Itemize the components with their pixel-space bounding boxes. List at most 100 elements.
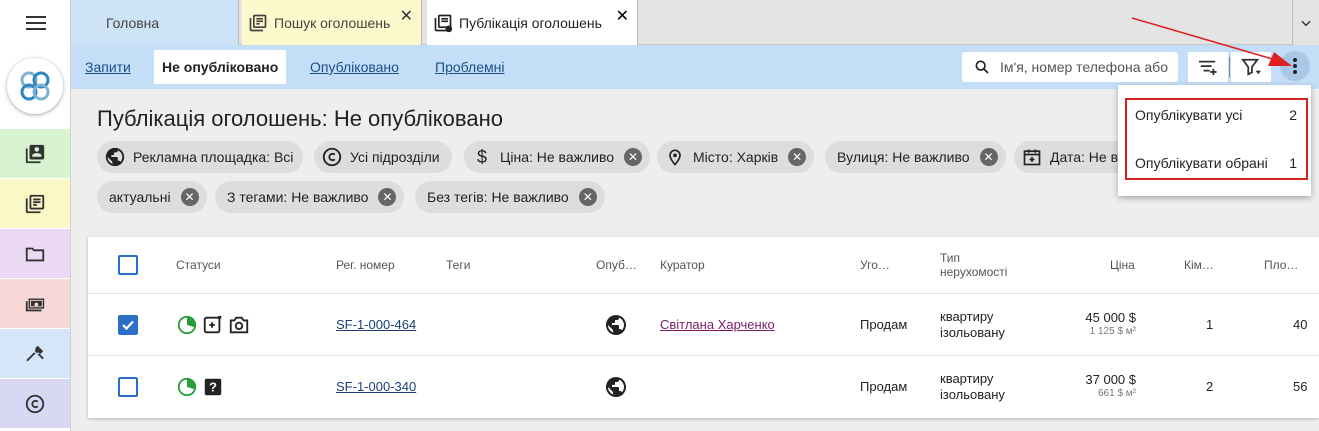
table-row[interactable]: ? SF-1-000-340 Продам квартиру ізольован… [88, 355, 1319, 417]
subnav-published[interactable]: Опубліковано [310, 59, 399, 75]
filter-button[interactable] [1231, 52, 1271, 82]
deal-type: Продам [860, 379, 908, 394]
chip-price[interactable]: $ Ціна: Не важливо ✕ [464, 141, 651, 173]
price-per-m2: 1 125 $ м² [1089, 326, 1136, 337]
chip-ad-platform[interactable]: Рекламна площадка: Всі [97, 141, 304, 173]
curator[interactable]: Світлана Харченко [660, 317, 775, 332]
header-curator[interactable]: Куратор [660, 237, 705, 293]
header-type-line1: Тип [940, 251, 961, 265]
chip-city[interactable]: Місто: Харків ✕ [657, 141, 815, 173]
nav-tools-icon[interactable] [0, 329, 70, 379]
nav-copyright-icon[interactable] [0, 379, 70, 429]
chip-label: Без тегів: Не важливо [427, 189, 569, 205]
curator-link[interactable]: Світлана Харченко [660, 317, 775, 332]
subnav-problematic[interactable]: Проблемні [435, 59, 504, 75]
table-row[interactable]: SF-1-000-464 Світлана Харченко Продам кв… [88, 293, 1319, 355]
header-price[interactable]: Ціна [1110, 237, 1135, 293]
sort-add-button[interactable] [1188, 52, 1228, 82]
chip-with-tags[interactable]: З тегами: Не важливо ✕ [215, 181, 405, 213]
header-reg-number[interactable]: Рег. номер [336, 237, 395, 293]
nav-contacts-icon[interactable] [0, 129, 70, 179]
chip-remove-icon[interactable]: ✕ [979, 148, 998, 166]
nav-money-icon[interactable] [0, 279, 70, 329]
more-options-button[interactable] [1280, 51, 1310, 81]
app-logo[interactable] [7, 58, 63, 114]
chip-date[interactable]: Дата: Не в [1014, 141, 1134, 173]
property-type: квартиру ізольовану [940, 371, 1005, 403]
annotation-highlight-box [1125, 98, 1308, 180]
chip-label: Усі підрозділи [350, 149, 440, 165]
nav-listings-icon[interactable] [0, 179, 70, 229]
header-statuses[interactable]: Статуси [176, 237, 221, 293]
copyright-icon [320, 145, 344, 169]
property-type: квартиру ізольовану [940, 309, 1005, 341]
reg-number-link[interactable]: SF-1-000-464 [336, 317, 416, 332]
chip-remove-icon[interactable]: ✕ [578, 188, 597, 206]
logo-icon [20, 71, 50, 101]
tab-publish[interactable]: Публікація оголошень ✕ [427, 0, 638, 46]
left-rail [0, 0, 71, 431]
chip-without-tags[interactable]: Без тегів: Не важливо ✕ [415, 181, 605, 213]
page-title: Публікація оголошень: Не опубліковано [97, 106, 503, 131]
tab-home[interactable]: Головна [71, 0, 239, 45]
hamburger-menu-icon[interactable] [0, 0, 71, 45]
nav-folder-icon[interactable] [0, 229, 70, 279]
chip-label: Рекламна площадка: Всі [133, 149, 294, 165]
header-area[interactable]: Пло… [1264, 237, 1298, 293]
reg-number-link[interactable]: SF-1-000-340 [336, 379, 416, 394]
more-vert-icon [1293, 58, 1297, 74]
svg-text:?: ? [209, 380, 217, 395]
tab-close-icon[interactable]: ✕ [616, 6, 629, 26]
header-tags[interactable]: Теги [446, 237, 470, 293]
header-published[interactable]: Опуб… [596, 237, 637, 293]
filter-icon [1241, 58, 1261, 76]
chip-street[interactable]: Вулиця: Не важливо ✕ [825, 141, 1006, 173]
question-icon: ? [204, 378, 222, 396]
tab-bar: Головна Пошук оголошень ✕ Публікація ого… [71, 0, 1319, 46]
chip-label: З тегами: Не важливо [227, 189, 369, 205]
price-value: 45 000 $ [1085, 310, 1136, 325]
chip-actual[interactable]: актуальні ✕ [97, 181, 207, 213]
chip-remove-icon[interactable]: ✕ [624, 148, 643, 166]
header-property-type[interactable]: Тип нерухомості [940, 237, 1007, 293]
chip-remove-icon[interactable]: ✕ [378, 188, 397, 206]
tab-listing-search-label: Пошук оголошень [274, 14, 391, 31]
sub-navigation: Запити Не опубліковано Опубліковано Проб… [71, 45, 1319, 89]
chip-remove-icon[interactable]: ✕ [788, 148, 807, 166]
pie-status-icon [177, 377, 197, 397]
row-checkbox[interactable] [118, 377, 138, 397]
location-icon [663, 145, 687, 169]
pie-status-icon [177, 315, 197, 335]
filter-add-icon [1199, 60, 1217, 76]
subnav-unpublished[interactable]: Не опубліковано [154, 50, 287, 84]
chevron-down-icon[interactable] [1292, 0, 1319, 45]
property-type-line2: ізольовану [940, 325, 1005, 340]
header-rooms[interactable]: Кім… [1184, 237, 1214, 293]
chip-remove-icon[interactable]: ✕ [180, 188, 199, 206]
search-icon [975, 60, 989, 74]
search-box [962, 52, 1178, 82]
row-checkbox[interactable] [118, 315, 138, 335]
listings-table: Статуси Рег. номер Теги Опуб… Куратор Уг… [88, 237, 1319, 418]
chip-departments[interactable]: Усі підрозділи [314, 141, 452, 173]
search-input[interactable] [1000, 59, 1170, 75]
area: 40 [1293, 317, 1308, 332]
deal-type: Продам [860, 317, 908, 332]
subnav-requests[interactable]: Запити [85, 59, 131, 75]
calendar-add-icon [1020, 145, 1044, 169]
header-deal[interactable]: Уго… [860, 237, 890, 293]
chip-label: Ціна: Не важливо [500, 149, 615, 165]
add-photo-icon [203, 315, 222, 334]
status-icons: ? [176, 376, 224, 398]
rooms: 1 [1206, 317, 1214, 332]
select-all-checkbox[interactable] [118, 255, 138, 275]
tab-listing-search[interactable]: Пошук оголошень ✕ [242, 0, 422, 45]
reg-number[interactable]: SF-1-000-340 [336, 379, 416, 394]
tab-close-icon[interactable]: ✕ [400, 6, 413, 26]
header-type-line2: нерухомості [940, 265, 1008, 279]
reg-number[interactable]: SF-1-000-464 [336, 317, 416, 332]
chip-label: Місто: Харків [693, 149, 779, 165]
globe-icon [103, 145, 127, 169]
dollar-icon: $ [476, 146, 487, 167]
price-per-m2: 661 $ м² [1097, 388, 1136, 399]
